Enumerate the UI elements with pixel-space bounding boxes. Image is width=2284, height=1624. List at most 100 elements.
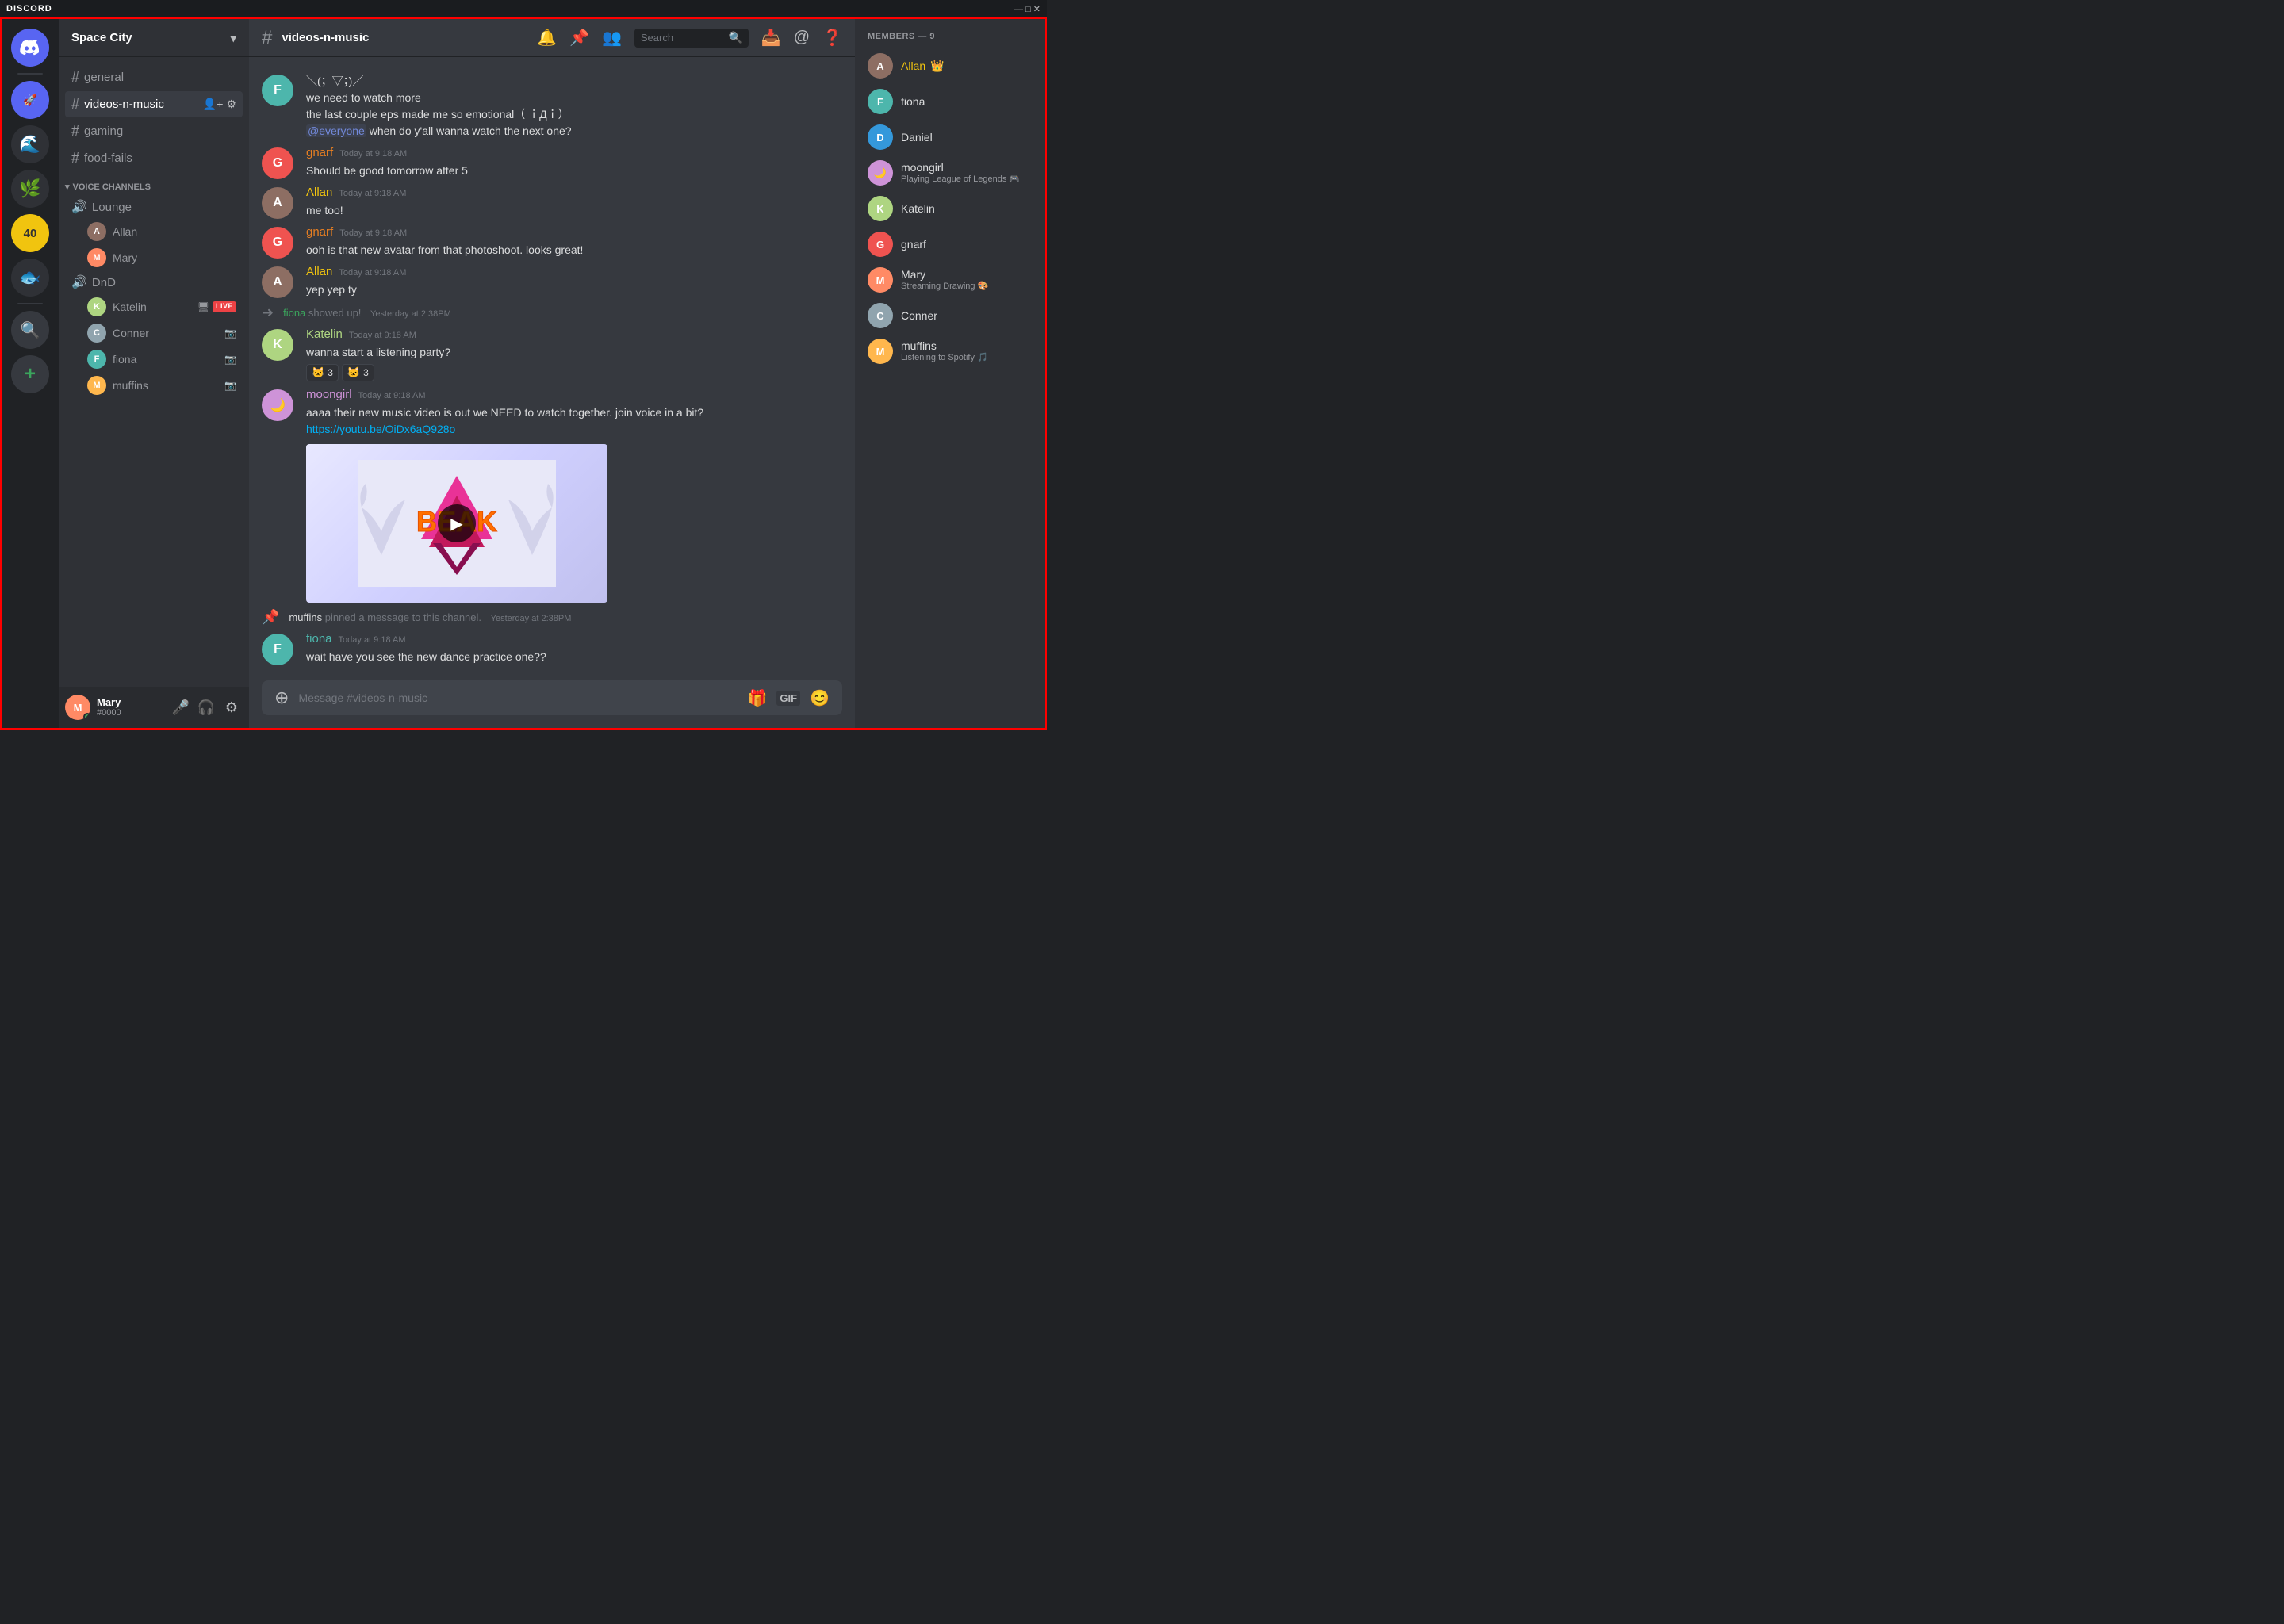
user-panel-controls[interactable]: 🎤 🎧 ⚙ [170, 696, 243, 718]
explore-servers-button[interactable]: 🔍 [11, 311, 49, 349]
search-input[interactable] [641, 32, 724, 44]
inbox-icon[interactable]: 📥 [761, 28, 781, 48]
member-avatar-gnarf-sidebar: G [868, 232, 893, 257]
username: Mary [97, 696, 163, 709]
reaction-cat-2[interactable]: 🐱 3 [342, 364, 374, 381]
voice-user-allan[interactable]: A Allan [65, 219, 243, 244]
channel-item-gaming[interactable]: # gaming [65, 118, 243, 144]
member-info-moongirl: moongirl Playing League of Legends 🎮 [901, 161, 1020, 185]
muffins-voice-icons: 📷 [224, 380, 236, 391]
message-author-allan-1[interactable]: Allan [306, 186, 332, 199]
voice-user-muffins[interactable]: M muffins 📷 [65, 373, 243, 398]
add-attachment-button[interactable]: ⊕ [274, 688, 289, 708]
user-avatar[interactable]: M [65, 695, 90, 720]
server-icon-2[interactable]: 🌊 [11, 125, 49, 163]
emoji-button[interactable]: 😊 [810, 688, 830, 708]
message-input[interactable] [298, 683, 738, 713]
system-message-author-muffins[interactable]: muffins [289, 611, 322, 623]
user-settings-button[interactable]: ⚙ [220, 696, 243, 718]
channel-item-videos-n-music[interactable]: # videos-n-music 👤+ ⚙ [65, 91, 243, 117]
voice-user-fiona[interactable]: F fiona 📷 [65, 347, 243, 372]
message-author-gnarf-2[interactable]: gnarf [306, 225, 333, 239]
video-embed[interactable]: BEAK ▶ [306, 444, 607, 603]
message-input-actions: 🎁 GIF 😊 [748, 688, 830, 708]
play-button[interactable]: ▶ [438, 504, 476, 542]
member-item-muffins[interactable]: M muffins Listening to Spotify 🎵 [861, 334, 1039, 369]
member-item-daniel[interactable]: D Daniel [861, 120, 1039, 155]
member-name-gnarf: gnarf [901, 238, 926, 251]
everyone-mention[interactable]: @everyone [306, 124, 366, 137]
voice-user-conner[interactable]: C Conner 📷 [65, 320, 243, 346]
user-info[interactable]: Mary #0000 [97, 696, 163, 719]
member-info-muffins: muffins Listening to Spotify 🎵 [901, 339, 988, 363]
message-author-fiona-2[interactable]: fiona [306, 632, 332, 645]
add-server-button[interactable]: + [11, 355, 49, 393]
microphone-button[interactable]: 🎤 [170, 696, 192, 718]
gift-icon[interactable]: 🎁 [748, 688, 768, 708]
discord-home-button[interactable] [11, 29, 49, 67]
message-text-2: Should be good tomorrow after 5 [306, 163, 842, 179]
gif-button[interactable]: GIF [776, 691, 800, 706]
message-header-10: fiona Today at 9:18 AM [306, 632, 842, 645]
search-bar[interactable]: 🔍 [634, 29, 749, 48]
message-author-allan-2[interactable]: Allan [306, 265, 332, 278]
voice-user-mary[interactable]: M Mary [65, 245, 243, 270]
server-icon-1[interactable]: 🚀 [11, 81, 49, 119]
mention-icon[interactable]: @ [794, 29, 810, 47]
member-item-katelin[interactable]: K Katelin [861, 191, 1039, 226]
channel-hash-icon: # [262, 27, 272, 49]
message-author-gnarf[interactable]: gnarf [306, 146, 333, 159]
add-member-icon[interactable]: 👤+ [203, 98, 224, 111]
notification-bell-icon[interactable]: 🔔 [537, 28, 557, 48]
headset-button[interactable]: 🎧 [195, 696, 217, 718]
message-timestamp-7: Today at 9:18 AM [349, 331, 416, 340]
reaction-cat-1[interactable]: 🐱 3 [306, 364, 339, 381]
member-status-muffins: Listening to Spotify 🎵 [901, 353, 988, 363]
app-body: 🚀 🌊 🌿 40 🐟 🔍 + Space City ▾ # [0, 17, 1047, 730]
member-item-fiona[interactable]: F fiona [861, 84, 1039, 119]
voice-channel-name-dnd: DnD [92, 276, 116, 289]
member-item-allan[interactable]: A Allan 👑 [861, 48, 1039, 83]
system-message-author-fiona[interactable]: fiona [283, 307, 305, 319]
header-actions: 🔔 📌 👥 🔍 📥 @ ❓ [537, 28, 842, 48]
youtube-link[interactable]: https://youtu.be/OiDx6aQ928o [306, 423, 455, 435]
pinned-messages-icon[interactable]: 📌 [569, 28, 589, 48]
message-author-katelin[interactable]: Katelin [306, 327, 343, 341]
message-group-5: A Allan Today at 9:18 AM yep yep ty [249, 262, 855, 301]
channel-item-general[interactable]: # general [65, 64, 243, 90]
message-content-1: ＼(；▽；)／ we need to watch more the last c… [306, 73, 842, 140]
member-status-moongirl: Playing League of Legends 🎮 [901, 174, 1020, 185]
system-action-text: showed up! [308, 307, 362, 319]
window-controls[interactable]: — □ ✕ [1014, 4, 1040, 14]
members-list-icon[interactable]: 👥 [602, 28, 622, 48]
voice-channels-header[interactable]: ▾ VOICE CHANNELS [59, 172, 249, 195]
main-content: # videos-n-music 🔔 📌 👥 🔍 📥 @ ❓ F [249, 19, 855, 728]
member-item-gnarf[interactable]: G gnarf [861, 227, 1039, 262]
video-thumbnail[interactable]: BEAK ▶ [306, 444, 607, 603]
member-item-mary[interactable]: M Mary Streaming Drawing 🎨 [861, 262, 1039, 297]
system-message-text: fiona showed up! Yesterday at 2:38PM [283, 307, 451, 319]
server-icon-3[interactable]: 🌿 [11, 170, 49, 208]
server-sidebar: Space City ▾ # general # videos-n-music … [59, 19, 249, 728]
voice-channel-dnd[interactable]: 🔊 DnD [65, 271, 243, 293]
message-author-moongirl[interactable]: moongirl [306, 388, 352, 401]
server-header[interactable]: Space City ▾ [59, 19, 249, 57]
fiona-voice-icons: 📷 [224, 354, 236, 365]
channel-item-food-fails[interactable]: # food-fails [65, 145, 243, 171]
help-icon[interactable]: ❓ [822, 28, 842, 48]
channels-list: # general # videos-n-music 👤+ ⚙ # gaming… [59, 57, 249, 687]
member-info-allan: Allan 👑 [901, 59, 944, 73]
message-header-8: moongirl Today at 9:18 AM [306, 388, 842, 401]
settings-icon[interactable]: ⚙ [226, 98, 236, 111]
member-name-fiona: fiona [901, 95, 925, 109]
server-icon-4[interactable]: 40 [11, 214, 49, 252]
voice-user-katelin[interactable]: K Katelin 🖥 LIVE [65, 294, 243, 320]
member-item-moongirl[interactable]: 🌙 moongirl Playing League of Legends 🎮 [861, 155, 1039, 190]
system-pin-text: muffins pinned a message to this channel… [289, 611, 571, 623]
member-item-conner[interactable]: C Conner [861, 298, 1039, 333]
voice-channel-lounge[interactable]: 🔊 Lounge [65, 196, 243, 218]
server-icon-5[interactable]: 🐟 [11, 259, 49, 297]
reaction-emoji-2: 🐱 [347, 366, 360, 379]
channel-action-icons[interactable]: 👤+ ⚙ [203, 98, 236, 111]
message-avatar-allan-1: A [262, 187, 293, 219]
